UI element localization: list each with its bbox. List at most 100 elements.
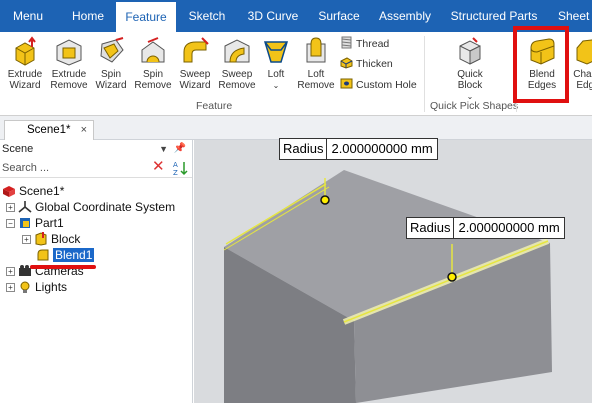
thicken-icon <box>340 57 353 69</box>
axes-icon <box>18 201 32 213</box>
thread-button[interactable]: Thread <box>340 34 389 54</box>
quick-block-button[interactable]: Quick Block ⌄ <box>448 34 492 102</box>
panel-title: Scene <box>2 143 34 155</box>
thread-label: Thread <box>356 38 390 50</box>
sweep-wizard-icon <box>183 37 209 63</box>
tree-item-part1[interactable]: − Part1 <box>6 215 64 231</box>
tab-assembly[interactable]: Assembly <box>374 0 436 32</box>
quick-pick-group-label: Quick Pick Shapes <box>430 100 519 112</box>
spin-wizard-icon <box>100 37 124 63</box>
document-tab-strip: Scene1* × <box>0 116 592 140</box>
extrude-remove-label: Extrude Remove <box>50 69 88 91</box>
ribbon: Extrude Wizard Extrude Remove Spin Wizar… <box>0 32 592 116</box>
tab-feature[interactable]: Feature <box>116 0 176 32</box>
block-icon <box>35 232 47 246</box>
thread-icon <box>341 36 352 49</box>
tab-scene1[interactable]: Scene1* × <box>4 120 94 140</box>
spin-remove-button[interactable]: Spin Remove <box>131 34 175 91</box>
loft-button[interactable]: Loft ⌄ <box>254 34 298 91</box>
extrude-wizard-icon <box>15 36 36 66</box>
tab-sketch[interactable]: Sketch <box>182 0 232 32</box>
expand-icon[interactable]: + <box>6 283 15 292</box>
panel-header: Scene ▼ 📌 <box>0 140 192 158</box>
tree-item-scene[interactable]: Scene1* <box>2 183 64 199</box>
chevron-down-icon: ⌄ <box>272 81 280 90</box>
spin-remove-label: Spin Remove <box>134 69 172 91</box>
block-model[interactable] <box>194 140 592 403</box>
expand-icon[interactable]: + <box>6 267 15 276</box>
tree-item-label: Block <box>51 232 81 246</box>
expand-icon[interactable]: + <box>22 235 31 244</box>
extrude-remove-button[interactable]: Extrude Remove <box>47 34 91 91</box>
sweep-remove-label: Sweep Remove <box>218 69 256 91</box>
selection-underline <box>30 265 96 269</box>
search-input[interactable] <box>0 159 140 177</box>
thicken-label: Thicken <box>356 58 393 70</box>
expand-icon[interactable]: + <box>6 203 15 212</box>
pin-icon[interactable]: 📌 <box>174 140 186 158</box>
search-row: ✕ A Z <box>0 158 192 178</box>
spin-remove-icon <box>141 37 165 63</box>
sweep-remove-icon <box>224 39 250 63</box>
tree-item-label: Global Coordinate System <box>35 200 176 214</box>
radius-handle-2 <box>447 272 457 282</box>
tab-menu[interactable]: Menu <box>0 0 56 32</box>
thicken-button[interactable]: Thicken <box>340 54 393 74</box>
scene-icon <box>3 186 15 197</box>
tree-item-label: Part1 <box>35 216 64 230</box>
extrude-remove-icon <box>56 39 82 66</box>
chamfer-edges-icon <box>576 39 592 65</box>
close-icon[interactable]: × <box>81 121 87 139</box>
loft-remove-icon <box>306 37 326 63</box>
chamfer-edges-label: Chamf Edge <box>573 69 592 91</box>
custom-hole-icon <box>340 78 353 89</box>
tab-home[interactable]: Home <box>62 0 114 32</box>
tree-item-blend1[interactable]: Blend1 <box>36 247 95 263</box>
custom-hole-label: Custom Hole <box>356 79 417 91</box>
light-icon <box>20 281 30 293</box>
feature-group-label: Feature <box>196 100 233 112</box>
dropdown-arrow-icon[interactable]: ▼ <box>159 140 168 158</box>
radius-handle-1 <box>320 195 330 205</box>
quick-block-icon <box>459 37 481 65</box>
radius-key: Radius <box>280 139 328 159</box>
sort-az-icon[interactable]: A Z <box>172 160 188 176</box>
scene-panel: Scene ▼ 📌 ✕ A Z Scene1* + Global Coordin… <box>0 140 193 403</box>
loft-remove-label: Loft Remove <box>297 69 335 91</box>
tree-item-global-coordinate-system[interactable]: + Global Coordinate System <box>6 199 175 215</box>
tree-item-label: Scene1* <box>19 184 65 198</box>
chamfer-edges-button[interactable]: Chamf Edge <box>566 34 592 91</box>
sweep-wizard-button[interactable]: Sweep Wizard <box>173 34 217 91</box>
collapse-icon[interactable]: − <box>6 219 15 228</box>
blend-icon <box>37 249 49 261</box>
loft-icon <box>263 41 289 63</box>
tab-surface[interactable]: Surface <box>314 0 364 32</box>
tree-item-block[interactable]: + Block <box>22 231 80 247</box>
custom-hole-button[interactable]: Custom Hole <box>340 75 417 95</box>
3d-viewport[interactable]: Radius 2.000000000 mm Radius 2.000000000 m… <box>194 138 592 403</box>
svg-text:Z: Z <box>173 169 178 176</box>
document-tab-title: Scene1* <box>27 124 71 136</box>
menu-bar: Menu Home Feature Sketch 3D Curve Surfac… <box>0 0 592 32</box>
tree-item-lights[interactable]: + Lights <box>6 279 67 295</box>
radius-value[interactable]: 2.000000000 mm <box>454 218 563 238</box>
quick-block-label: Quick Block <box>457 69 483 91</box>
part-icon <box>20 218 30 228</box>
sweep-wizard-label: Sweep Wizard <box>179 69 211 91</box>
radius-label-2[interactable]: Radius 2.000000000 mm <box>406 217 565 239</box>
tree-item-label: Lights <box>35 280 68 294</box>
spin-wizard-label: Spin Wizard <box>95 69 127 91</box>
sweep-remove-button[interactable]: Sweep Remove <box>215 34 259 91</box>
extrude-wizard-button[interactable]: Extrude Wizard <box>3 34 47 91</box>
tree-item-label-selected: Blend1 <box>53 248 95 262</box>
blend-edges-highlight <box>513 26 569 103</box>
tab-3d-curve[interactable]: 3D Curve <box>240 0 306 32</box>
svg-text:A: A <box>173 161 178 169</box>
radius-value[interactable]: 2.000000000 mm <box>327 139 436 159</box>
clear-search-icon[interactable]: ✕ <box>152 159 165 175</box>
ribbon-divider <box>424 36 425 112</box>
loft-remove-button[interactable]: Loft Remove <box>294 34 338 91</box>
radius-label-1[interactable]: Radius 2.000000000 mm <box>279 138 438 160</box>
spin-wizard-button[interactable]: Spin Wizard <box>89 34 133 91</box>
loft-label: Loft <box>267 69 285 80</box>
